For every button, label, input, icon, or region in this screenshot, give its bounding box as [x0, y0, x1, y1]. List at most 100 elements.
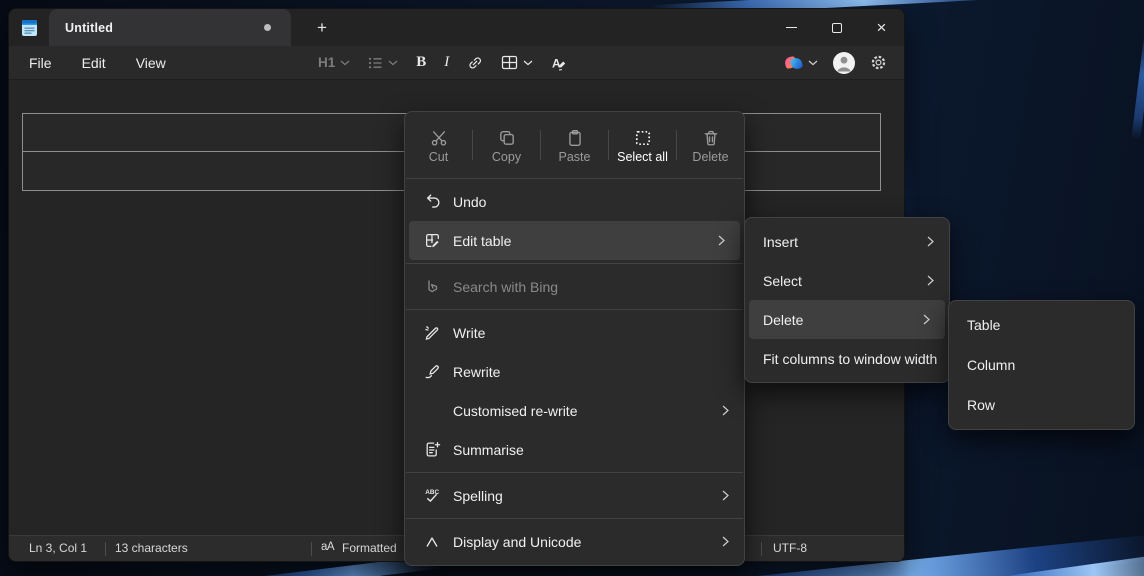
maximize-button[interactable] [814, 9, 859, 46]
context-menu: Cut Copy Paste [404, 111, 745, 566]
format-toolbar: H1 B I [309, 50, 577, 75]
menu-separator [406, 263, 743, 264]
menu-item-customised-rewrite[interactable]: Customised re-write [405, 391, 744, 430]
status-divider [761, 542, 762, 556]
delete-icon [702, 129, 720, 147]
menu-separator [406, 178, 743, 179]
menu-item-label: Customised re-write [453, 403, 577, 419]
menu-item-undo[interactable]: Undo [405, 182, 744, 221]
link-icon [467, 55, 483, 71]
menu-item-write[interactable]: Write [405, 313, 744, 352]
bold-icon: B [416, 54, 426, 71]
unsaved-indicator-dot [264, 24, 271, 31]
action-label: Select all [617, 150, 668, 164]
menu-edit[interactable]: Edit [72, 51, 116, 75]
edit-table-submenu: Insert Select Delete Fit columns to wind… [744, 217, 950, 383]
table-icon [501, 55, 518, 70]
avatar-icon [833, 52, 855, 74]
window-controls: × [769, 9, 904, 46]
summarise-icon [422, 441, 442, 458]
insert-link-button[interactable] [458, 51, 492, 75]
svg-text:A: A [552, 56, 561, 70]
menu-item-label: Spelling [453, 488, 503, 504]
menu-separator [406, 472, 743, 473]
clear-formatting-icon: A [551, 55, 568, 71]
menu-item-label: Fit columns to window width [763, 351, 937, 367]
menu-item-label: Edit table [453, 233, 511, 249]
submenu-item-delete[interactable]: Delete [749, 300, 945, 339]
menu-item-spelling[interactable]: ABC Spelling [405, 476, 744, 515]
submenu-item-fit-columns[interactable]: Fit columns to window width [745, 339, 949, 378]
format-mode-icon: aA [321, 541, 334, 553]
copilot-icon [785, 56, 803, 70]
submenu-item-column[interactable]: Column [949, 345, 1134, 385]
notepad-app-icon [9, 18, 49, 37]
list-style-button[interactable] [359, 52, 407, 74]
gear-icon [870, 54, 887, 71]
title-bar[interactable]: Untitled + × [9, 9, 904, 46]
heading-label: H1 [318, 55, 335, 70]
menu-item-label: Write [453, 325, 485, 341]
menu-item-rewrite[interactable]: Rewrite [405, 352, 744, 391]
cut-button[interactable]: Cut [405, 127, 472, 164]
action-label: Paste [559, 150, 591, 164]
menu-item-summarise[interactable]: Summarise [405, 430, 744, 469]
paste-button[interactable]: Paste [541, 127, 608, 164]
menu-item-label: Delete [763, 312, 803, 328]
action-label: Copy [492, 150, 521, 164]
bullet-list-icon [368, 56, 383, 70]
chevron-down-icon [808, 60, 818, 66]
menu-item-label: Undo [453, 194, 486, 210]
toolbar-right-group [778, 50, 894, 75]
clear-formatting-button[interactable]: A [542, 51, 577, 75]
cursor-position: Ln 3, Col 1 [29, 541, 87, 555]
heading-style-button[interactable]: H1 [309, 51, 359, 74]
menu-item-label: Row [967, 397, 995, 413]
copilot-button[interactable] [778, 52, 825, 74]
delete-submenu: Table Column Row [948, 300, 1135, 430]
submenu-item-table[interactable]: Table [949, 305, 1134, 345]
minimize-button[interactable] [769, 9, 814, 46]
menu-item-edit-table[interactable]: Edit table [409, 221, 740, 260]
tab-untitled[interactable]: Untitled [49, 9, 291, 46]
copy-icon [498, 129, 516, 147]
close-icon: × [877, 19, 887, 36]
menu-file[interactable]: File [19, 51, 62, 75]
write-icon [422, 324, 442, 341]
delete-button[interactable]: Delete [677, 127, 744, 164]
edit-table-icon [422, 232, 442, 249]
tab-title: Untitled [65, 21, 113, 35]
maximize-icon [832, 23, 842, 33]
account-button[interactable] [833, 52, 855, 74]
menu-view[interactable]: View [126, 51, 176, 75]
select-all-button[interactable]: Select all [609, 127, 676, 164]
submenu-item-row[interactable]: Row [949, 385, 1134, 425]
submenu-item-select[interactable]: Select [745, 261, 949, 300]
insert-table-button[interactable] [492, 51, 542, 74]
rewrite-icon [422, 363, 442, 380]
desktop: Untitled + × File Edit View H1 [0, 0, 1144, 576]
chevron-down-icon [388, 60, 398, 66]
settings-button[interactable] [863, 50, 894, 75]
submenu-item-insert[interactable]: Insert [745, 222, 949, 261]
chevron-right-icon [923, 314, 930, 325]
toolbar: File Edit View H1 B I [9, 46, 904, 80]
copy-button[interactable]: Copy [473, 127, 540, 164]
menu-item-label: Select [763, 273, 802, 289]
menu-separator [406, 309, 743, 310]
spelling-icon: ABC [422, 487, 442, 504]
close-button[interactable]: × [859, 9, 904, 46]
italic-button[interactable]: I [435, 50, 458, 75]
chevron-right-icon [722, 405, 729, 416]
menu-item-label: Summarise [453, 442, 524, 458]
wallpaper-streak [1131, 30, 1144, 140]
menu-item-search-with-bing[interactable]: Search with Bing [405, 267, 744, 306]
bing-icon [422, 279, 442, 295]
menu-item-label: Table [967, 317, 1000, 333]
bold-button[interactable]: B [407, 50, 435, 75]
menu-item-display-and-unicode[interactable]: Display and Unicode [405, 522, 744, 561]
character-count: 13 characters [115, 541, 188, 555]
chevron-down-icon [523, 60, 533, 66]
new-tab-button[interactable]: + [307, 15, 337, 41]
minimize-icon [786, 27, 797, 28]
